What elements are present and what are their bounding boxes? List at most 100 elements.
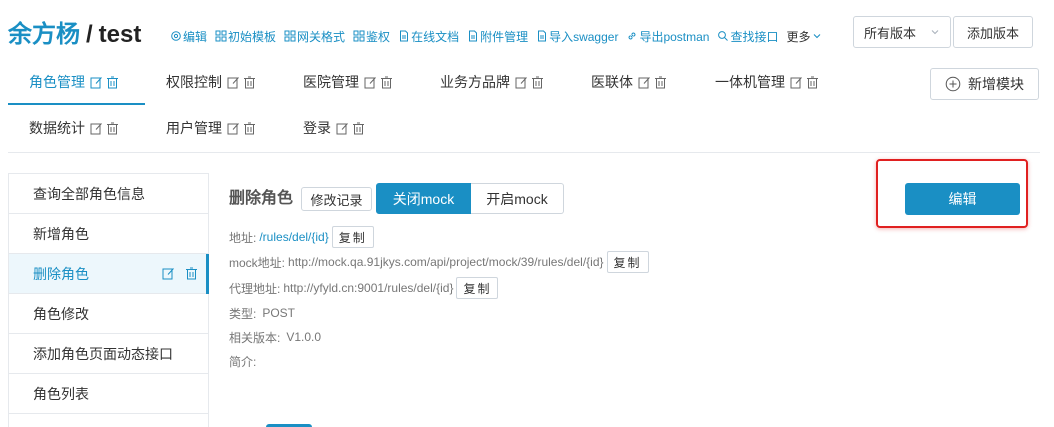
- trash-icon[interactable]: [352, 122, 365, 135]
- sidebar-item-role-list[interactable]: 角色列表: [9, 374, 208, 414]
- active-tab-indicator: [8, 103, 145, 105]
- tab-label: 角色管理: [29, 74, 85, 90]
- project-owner[interactable]: 余方杨: [8, 21, 80, 48]
- tab-label: 医联体: [591, 74, 633, 90]
- toolbar-import-swagger-label: 导入swagger: [549, 29, 619, 44]
- trash-icon[interactable]: [654, 76, 667, 89]
- edit-icon[interactable]: [162, 267, 175, 280]
- edit-icon[interactable]: [790, 76, 803, 89]
- grid-icon: [284, 30, 296, 42]
- tab-label: 一体机管理: [715, 74, 785, 90]
- toolbar-more-dropdown[interactable]: 更多: [787, 28, 824, 45]
- trash-icon[interactable]: [243, 76, 256, 89]
- toolbar-export-postman-link[interactable]: 导出postman: [626, 28, 709, 45]
- project-toolbar: 编辑 初始模板 网关格式 鉴权 在线文档 附件管理 导入swagger 导出po…: [170, 27, 832, 45]
- edit-icon[interactable]: [227, 122, 240, 135]
- edit-icon[interactable]: [638, 76, 651, 89]
- toolbar-export-postman-label: 导出postman: [639, 29, 710, 44]
- sidebar-item-label: 删除角色: [33, 265, 89, 282]
- sidebar-item-modify-role[interactable]: 角色修改: [9, 294, 208, 334]
- type-label: 类型:: [229, 306, 257, 321]
- tab-data-statistics[interactable]: 数据统计: [29, 118, 122, 138]
- trash-icon[interactable]: [106, 122, 119, 135]
- trash-icon[interactable]: [531, 76, 544, 89]
- chevron-down-icon: [813, 34, 820, 39]
- tab-role-management[interactable]: 角色管理: [29, 72, 122, 92]
- sidebar-item-label: 角色修改: [33, 305, 89, 322]
- edit-api-button[interactable]: 编辑: [905, 183, 1020, 215]
- project-title: 余方杨 / test: [8, 20, 141, 50]
- open-mock-button[interactable]: 开启mock: [471, 183, 564, 214]
- trash-icon[interactable]: [806, 76, 819, 89]
- toolbar-import-swagger-link[interactable]: 导入swagger: [536, 28, 618, 45]
- tab-label: 医院管理: [303, 74, 359, 90]
- grid-icon: [215, 30, 227, 42]
- change-history-button[interactable]: 修改记录: [301, 187, 372, 211]
- copy-proxy-address-button[interactable]: 复制: [456, 277, 499, 299]
- sidebar-item-label: 查询全部角色信息: [33, 185, 145, 202]
- title-separator: /: [86, 21, 93, 48]
- trash-icon[interactable]: [380, 76, 393, 89]
- sidebar-item-query-all-roles[interactable]: 查询全部角色信息: [9, 174, 208, 214]
- add-module-label: 新增模块: [968, 76, 1024, 92]
- proxy-address-row: 代理地址: http://yfyld.cn:9001/rules/del/{id…: [229, 277, 499, 299]
- gear-icon: [171, 31, 181, 41]
- address-value[interactable]: /rules/del/{id}: [259, 230, 328, 244]
- mock-address-row: mock地址: http://mock.qa.91jkys.com/api/pr…: [229, 251, 649, 273]
- edit-icon[interactable]: [90, 76, 103, 89]
- trash-icon[interactable]: [185, 267, 198, 280]
- tab-hospital-management[interactable]: 医院管理: [303, 72, 396, 92]
- copy-address-button[interactable]: 复制: [331, 226, 374, 248]
- sidebar-item-delete-role[interactable]: 删除角色: [9, 254, 208, 294]
- tab-label: 权限控制: [166, 74, 222, 90]
- toolbar-online-docs-link[interactable]: 在线文档: [398, 28, 459, 45]
- toolbar-search-api-link[interactable]: 查找接口: [717, 28, 779, 45]
- tab-login[interactable]: 登录: [303, 118, 368, 138]
- tab-medical-alliance[interactable]: 医联体: [591, 72, 670, 92]
- toolbar-init-template-link[interactable]: 初始模板: [215, 28, 276, 45]
- version-select[interactable]: 所有版本: [853, 16, 951, 48]
- toolbar-gateway-format-link[interactable]: 网关格式: [284, 28, 345, 45]
- tab-all-in-one-management[interactable]: 一体机管理: [715, 72, 822, 92]
- tab-label: 登录: [303, 120, 331, 136]
- edit-icon[interactable]: [336, 122, 349, 135]
- sidebar-item-label: 新增角色: [33, 225, 89, 242]
- toolbar-attachments-link[interactable]: 附件管理: [467, 28, 528, 45]
- toolbar-search-api-label: 查找接口: [730, 29, 779, 44]
- copy-mock-address-button[interactable]: 复制: [606, 251, 649, 273]
- document-icon: [538, 30, 547, 42]
- toolbar-attachments-label: 附件管理: [480, 29, 529, 44]
- address-row: 地址: /rules/del/{id} 复制: [229, 226, 374, 248]
- tab-user-management[interactable]: 用户管理: [166, 118, 259, 138]
- mock-address-label: mock地址:: [229, 255, 286, 270]
- edit-icon[interactable]: [90, 122, 103, 135]
- intro-label: 简介:: [229, 354, 257, 369]
- edit-icon[interactable]: [515, 76, 528, 89]
- trash-icon[interactable]: [106, 76, 119, 89]
- sidebar-item-add-role-page-api[interactable]: 添加角色页面动态接口: [9, 334, 208, 374]
- proxy-address-label: 代理地址:: [229, 281, 281, 296]
- search-icon: [718, 31, 729, 41]
- edit-icon[interactable]: [364, 76, 377, 89]
- version-select-value: 所有版本: [864, 25, 917, 41]
- proxy-address-value: http://yfyld.cn:9001/rules/del/{id}: [283, 281, 454, 295]
- toolbar-online-docs-label: 在线文档: [411, 29, 460, 44]
- sidebar-item-label: 角色列表: [33, 385, 89, 402]
- trash-icon[interactable]: [243, 122, 256, 135]
- edit-icon[interactable]: [227, 76, 240, 89]
- toolbar-auth-link[interactable]: 鉴权: [353, 28, 390, 45]
- sidebar-active-indicator: [206, 254, 209, 294]
- tab-business-brand[interactable]: 业务方品牌: [440, 72, 547, 92]
- version-value: V1.0.0: [286, 330, 322, 344]
- close-mock-button[interactable]: 关闭mock: [376, 183, 471, 214]
- toolbar-edit-link[interactable]: 编辑: [170, 28, 207, 45]
- sidebar-item-add-role[interactable]: 新增角色: [9, 214, 208, 254]
- version-row: 相关版本: V1.0.0: [229, 326, 321, 348]
- add-version-button[interactable]: 添加版本: [953, 16, 1033, 48]
- add-module-button[interactable]: 新增模块: [930, 68, 1039, 100]
- tab-label: 用户管理: [166, 120, 222, 136]
- api-title: 删除角色: [229, 190, 294, 207]
- toolbar-auth-label: 鉴权: [366, 29, 391, 44]
- tab-permission-control[interactable]: 权限控制: [166, 72, 259, 92]
- project-header: 余方杨 / test 编辑 初始模板 网关格式 鉴权 在线文档 附件管理 导入s…: [0, 0, 1054, 64]
